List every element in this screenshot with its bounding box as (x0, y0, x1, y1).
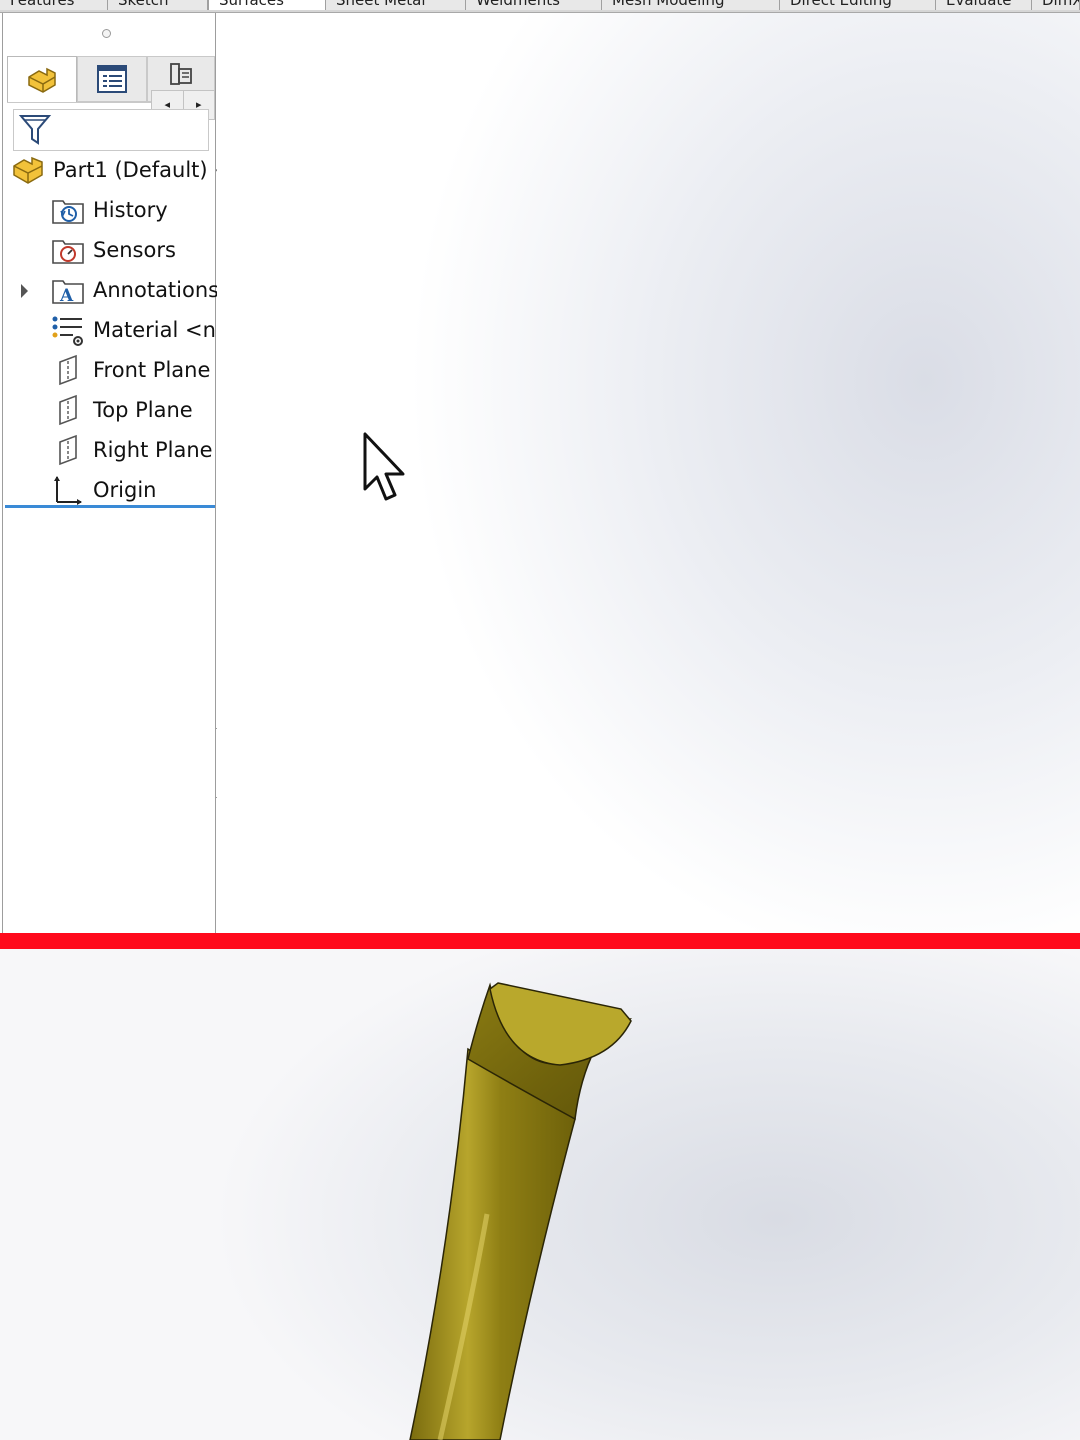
tree-item-top-plane[interactable]: Top Plane (51, 391, 193, 429)
tree-item-annotations[interactable]: A Annotations (51, 271, 219, 309)
tab-direct-editing[interactable]: Direct Editing (780, 0, 936, 10)
tree-item-label: Origin (93, 478, 157, 502)
tree-item-label: Top Plane (93, 398, 193, 422)
tab-sketch[interactable]: Sketch (108, 0, 208, 10)
tree-item-origin[interactable]: Origin (51, 471, 156, 509)
top-screen: ◂ ▸ Part1 (Default) << History Sensors A… (0, 13, 1080, 933)
tree-filter-box[interactable] (13, 109, 209, 151)
tree-item-label: Front Plane (93, 358, 211, 382)
configuration-manager-icon (170, 63, 192, 85)
part-icon (28, 67, 56, 93)
tab-surfaces[interactable]: Surfaces (208, 0, 326, 10)
history-folder-icon (52, 200, 84, 224)
tab-mesh-modeling[interactable]: Mesh Modeling (602, 0, 780, 10)
plane-icon (59, 354, 77, 386)
tree-item-label: History (93, 198, 168, 222)
rollback-bar[interactable] (5, 505, 215, 508)
tree-item-label: Right Plane (93, 438, 213, 462)
tree-root-part[interactable]: Part1 (Default) << (11, 151, 249, 189)
tree-item-front-plane[interactable]: Front Plane (51, 351, 210, 389)
tree-item-label: Material <not specified> (93, 318, 215, 342)
plane-icon (59, 394, 77, 426)
material-icon (52, 316, 83, 346)
graphics-area-bottom[interactable] (0, 949, 1080, 1440)
sensors-folder-icon (52, 240, 84, 264)
expand-annotations-icon[interactable] (21, 284, 28, 298)
svg-text:A: A (59, 286, 74, 306)
tab-weldments[interactable]: Weldments (466, 0, 602, 10)
tab-sheet-metal[interactable]: Sheet Metal (326, 0, 466, 10)
tree-item-label: Sensors (93, 238, 176, 262)
tab-evaluate[interactable]: Evaluate (936, 0, 1032, 10)
tree-item-label: Annotations (93, 278, 220, 302)
tab-dimxpert[interactable]: DimXpert (1032, 0, 1080, 10)
split-divider (0, 933, 1080, 949)
tab-features[interactable]: Features (0, 0, 108, 10)
tab-featuremanager[interactable] (7, 56, 77, 102)
tree-item-history[interactable]: History (51, 191, 168, 229)
arrow-cursor-icon (363, 432, 405, 501)
tab-propertymanager[interactable] (77, 56, 147, 102)
tree-item-sensors[interactable]: Sensors (51, 231, 176, 269)
annotations-folder-icon: A (52, 280, 84, 306)
tree-item-right-plane[interactable]: Right Plane (51, 431, 213, 469)
tree-item-material[interactable]: Material <not specified> (51, 311, 215, 349)
panel-grip-icon[interactable] (102, 29, 111, 38)
feature-manager-panel: ◂ ▸ Part1 (Default) << History Sensors A… (2, 13, 249, 933)
command-manager-tabs: Features Sketch Surfaces Sheet Metal Wel… (0, 0, 1080, 13)
property-manager-icon (97, 65, 127, 93)
filter-icon[interactable] (18, 112, 52, 148)
origin-icon (54, 476, 82, 505)
graphics-area-top[interactable] (217, 13, 1080, 933)
swept-solid-body[interactable] (0, 949, 1080, 1440)
plane-icon (59, 434, 77, 466)
part-icon (13, 156, 43, 184)
